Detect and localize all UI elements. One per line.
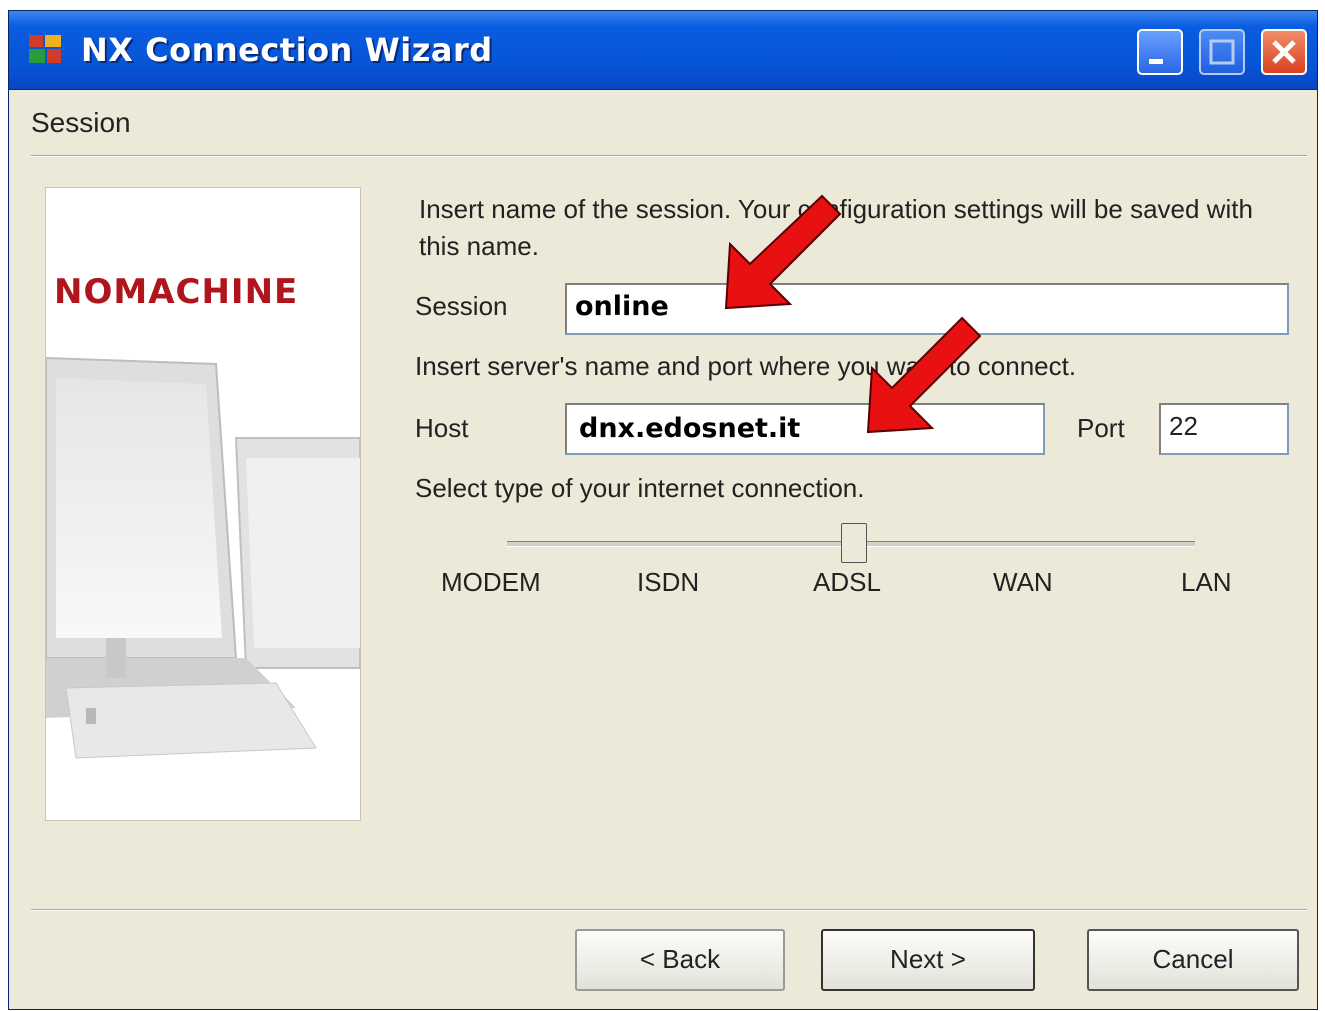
window-title: NX Connection Wizard <box>81 31 493 69</box>
host-label: Host <box>415 413 469 443</box>
cancel-button[interactable]: Cancel <box>1087 929 1299 991</box>
port-label: Port <box>1077 413 1125 443</box>
session-instruction: Insert name of the session. Your configu… <box>419 194 1253 261</box>
wizard-window: NX Connection Wizard Session NOMACHINE I… <box>8 10 1318 1010</box>
title-bar[interactable]: NX Connection Wizard <box>9 11 1317 90</box>
option-lan: LAN <box>1181 567 1232 597</box>
option-wan: WAN <box>993 567 1053 597</box>
nx-app-icon <box>29 35 61 63</box>
close-icon <box>1272 40 1296 64</box>
back-button-label: Back <box>662 944 721 974</box>
minimize-icon <box>1149 59 1163 64</box>
next-arrow-icon: > <box>943 944 966 974</box>
server-instruction: Insert server's name and port where you … <box>415 351 1077 381</box>
minimize-button[interactable] <box>1137 29 1183 75</box>
option-isdn: ISDN <box>637 567 700 597</box>
connection-instruction: Select type of your internet connection. <box>415 473 865 503</box>
back-arrow-icon: < <box>639 944 663 974</box>
session-label: Session <box>415 291 508 321</box>
monitors-illustration <box>46 356 360 759</box>
next-button[interactable]: Next > <box>821 929 1035 991</box>
close-button[interactable] <box>1261 29 1307 75</box>
cancel-button-label: Cancel <box>1152 944 1234 974</box>
host-input[interactable]: dnx.edosnet.it <box>565 403 1045 455</box>
port-input-value: 22 <box>1169 411 1198 441</box>
session-input-value: online <box>575 291 669 322</box>
option-modem: MODEM <box>441 567 541 597</box>
header-divider <box>31 155 1307 157</box>
port-input[interactable]: 22 <box>1159 403 1289 455</box>
nomachine-side-image: NOMACHINE <box>45 187 361 821</box>
option-adsl: ADSL <box>813 567 881 597</box>
session-input[interactable]: online <box>565 283 1289 335</box>
footer-divider <box>31 909 1307 911</box>
host-input-value: dnx.edosnet.it <box>579 413 801 444</box>
next-button-label: Next <box>890 944 944 974</box>
section-title: Session <box>31 107 131 138</box>
maximize-icon <box>1209 39 1235 65</box>
maximize-button[interactable] <box>1199 29 1245 75</box>
connection-speed-slider-thumb[interactable] <box>841 523 867 563</box>
back-button[interactable]: < Back <box>575 929 785 991</box>
